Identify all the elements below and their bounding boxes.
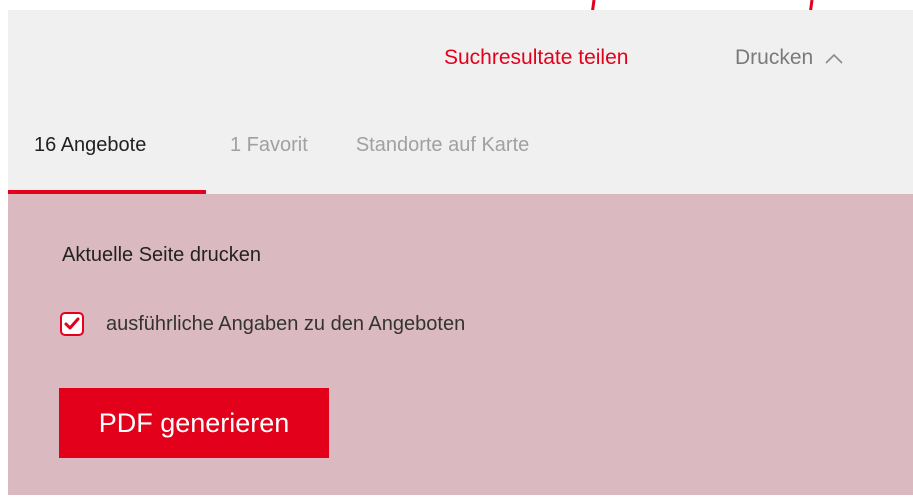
results-toolbar: Suchresultate teilen Drucken 16 Angebote… bbox=[8, 10, 913, 194]
tab-favorites-label: 1 Favorit bbox=[230, 134, 308, 156]
detailed-info-label: ausführliche Angaben zu den Angeboten bbox=[106, 312, 466, 335]
detailed-info-option[interactable]: ausführliche Angaben zu den Angeboten bbox=[60, 312, 465, 336]
share-results-link[interactable]: Suchresultate teilen bbox=[444, 46, 628, 70]
print-toggle-button[interactable]: Drucken bbox=[735, 46, 843, 70]
print-panel-heading: Aktuelle Seite drucken bbox=[62, 244, 262, 266]
detailed-info-checkbox[interactable] bbox=[60, 312, 84, 336]
results-tabs: 16 Angebote 1 Favorit Standorte auf Kart… bbox=[8, 130, 529, 194]
results-frame: Suchresultate teilen Drucken 16 Angebote… bbox=[8, 10, 913, 495]
tab-offers-label: 16 Angebote bbox=[34, 134, 147, 156]
tab-offers[interactable]: 16 Angebote bbox=[8, 130, 206, 194]
tab-map-locations-label: Standorte auf Karte bbox=[355, 134, 530, 156]
checkmark-icon bbox=[64, 317, 80, 330]
tab-favorites[interactable]: 1 Favorit bbox=[230, 130, 308, 190]
print-panel: Aktuelle Seite drucken ausführliche Anga… bbox=[8, 194, 913, 495]
chevron-up-icon bbox=[825, 53, 843, 64]
print-toggle-label: Drucken bbox=[735, 46, 814, 69]
generate-pdf-button[interactable]: PDF generieren bbox=[59, 388, 329, 458]
tab-map-locations[interactable]: Standorte auf Karte bbox=[356, 130, 529, 190]
